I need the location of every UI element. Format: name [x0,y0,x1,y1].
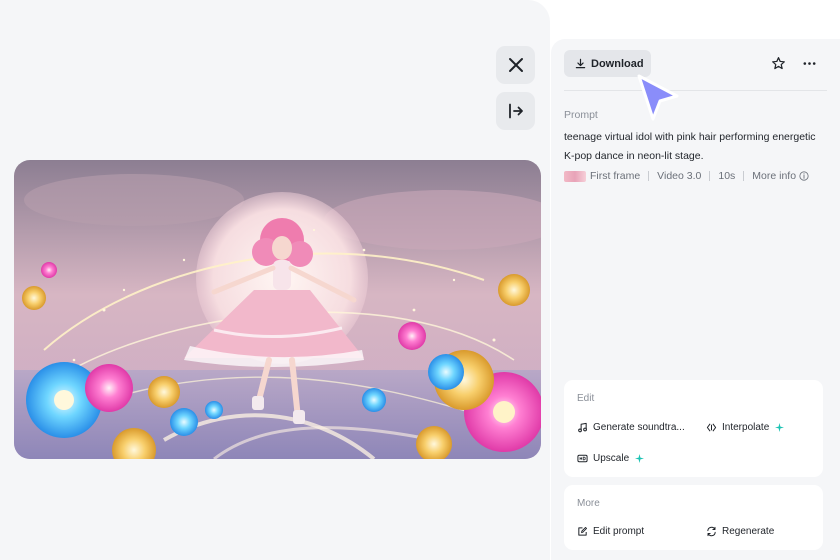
edit-prompt-icon [578,527,587,536]
meta-model: Video 3.0 [657,170,702,182]
upscale-label: Upscale [593,453,630,464]
header-divider [564,90,827,91]
prompt-text: teenage virtual idol with pink hair perf… [564,131,816,162]
upscale-button[interactable]: Upscale [577,453,645,464]
generate-soundtrack-button[interactable]: Generate soundtra... [577,422,685,433]
close-button[interactable] [496,46,535,84]
first-frame-thumbnail [564,170,586,182]
close-icon [508,58,523,72]
more-horizontal-icon [803,61,815,65]
sparkle-icon [775,423,785,432]
mouse-pointer-icon [637,74,679,121]
hd-icon [577,454,588,463]
favorite-button[interactable] [768,53,788,73]
interpolate-label: Interpolate [722,422,770,433]
meta-first-frame: First frame [590,170,641,182]
music-note-icon [578,422,587,433]
details-panel: Download Prompt teenage virtual idol wit… [551,39,840,560]
video-preview[interactable] [14,160,541,459]
more-card: More Edit prompt Regenerate [564,485,823,550]
edit-prompt-label: Edit prompt [593,526,645,537]
more-card-title: More [577,498,600,509]
interpolate-button[interactable]: Interpolate [706,422,785,433]
download-label: Download [591,57,644,70]
meta-separator [743,171,745,181]
meta-duration: 10s [718,170,736,182]
regenerate-button[interactable]: Regenerate [706,526,774,537]
star-icon [771,56,785,69]
meta-separator [648,171,650,181]
interpolate-icon [706,423,717,432]
download-icon [575,58,586,69]
generate-soundtrack-label: Generate soundtra... [593,422,685,433]
prompt-label: Prompt [564,109,598,121]
edit-card-title: Edit [577,393,595,404]
info-icon[interactable] [799,171,809,181]
arrow-right-to-line-icon [508,103,523,119]
edit-card: Edit Generate soundtra... Interpolate Up… [564,380,823,477]
sparkle-icon [635,454,645,463]
edit-prompt-button[interactable]: Edit prompt [577,526,644,537]
generation-meta: First frame Video 3.0 10s More info [564,169,809,183]
meta-separator [709,171,711,181]
video-frame-image [14,160,541,459]
refresh-icon [707,526,716,537]
regenerate-label: Regenerate [722,526,775,537]
more-options-button[interactable] [799,53,819,73]
more-info-link[interactable]: More info [752,170,796,182]
exit-panel-button[interactable] [496,92,535,130]
